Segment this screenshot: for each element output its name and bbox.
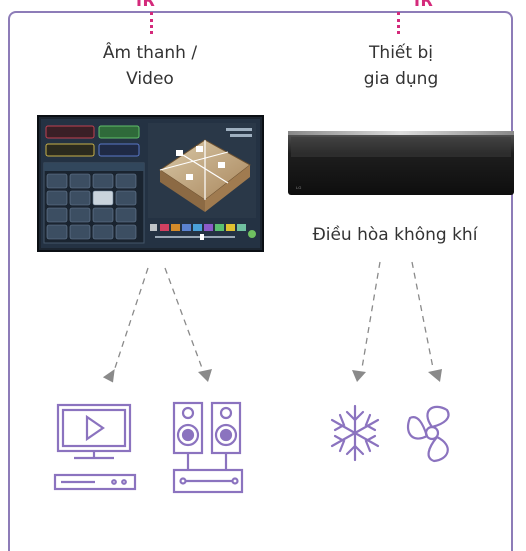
- arrow-heads: [102, 369, 442, 383]
- tv-video-player-icon: [53, 403, 137, 491]
- snowflake-icon: [330, 404, 380, 462]
- speakers-amplifier-icon: [172, 401, 244, 494]
- control-panel-screen: [37, 115, 264, 252]
- fan-icon: [406, 405, 450, 463]
- diagram-graphics: LG: [37, 115, 514, 494]
- signal-arrows: [114, 261, 434, 369]
- air-conditioner-unit: LG: [288, 131, 514, 195]
- svg-text:LG: LG: [296, 185, 301, 190]
